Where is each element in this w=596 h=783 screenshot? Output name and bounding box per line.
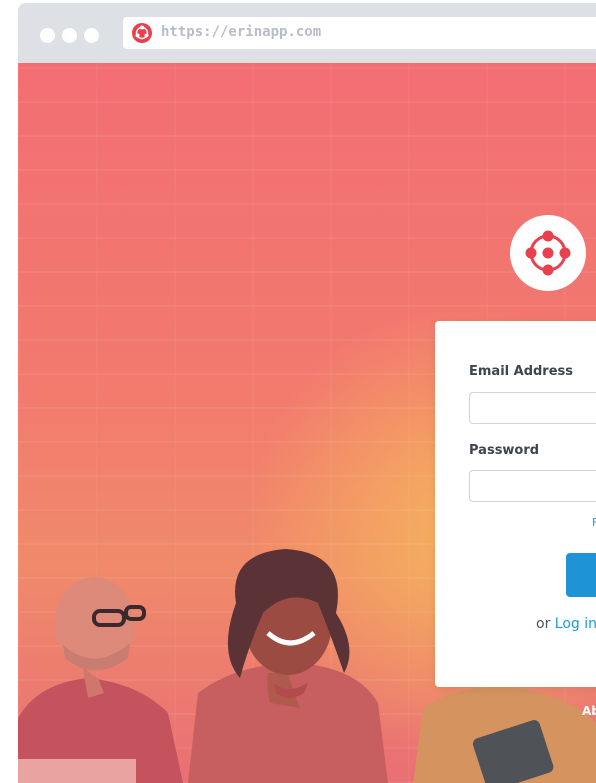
password-label: Password: [469, 443, 540, 458]
log-in-link[interactable]: Log in: [555, 616, 596, 632]
submit-button[interactable]: [566, 553, 596, 597]
window-maximize-dot[interactable]: [84, 28, 99, 43]
email-field[interactable]: [469, 392, 596, 424]
page-viewport: Email Address Password F or Log in Ab: [18, 63, 596, 783]
forgot-password-link[interactable]: F: [592, 516, 596, 529]
laptop-icon: [18, 759, 136, 783]
address-bar[interactable]: https://erinapp.com: [123, 17, 596, 49]
window-minimize-dot[interactable]: [62, 28, 77, 43]
erin-logo-icon: [525, 230, 571, 276]
login-card: Email Address Password F or Log in: [435, 321, 596, 687]
password-field[interactable]: [469, 470, 596, 502]
erin-favicon-icon: [132, 23, 152, 43]
about-link[interactable]: Ab: [582, 704, 596, 718]
erin-logo: [510, 215, 586, 291]
alt-prefix-text: or: [536, 616, 551, 632]
alternate-login-text: or Log in: [536, 616, 596, 632]
browser-window: https://erinapp.com Email Address Passwo…: [18, 3, 596, 783]
window-close-dot[interactable]: [40, 28, 55, 43]
email-label: Email Address: [469, 364, 574, 379]
browser-toolbar: https://erinapp.com: [18, 3, 596, 63]
url-text[interactable]: https://erinapp.com: [161, 24, 321, 40]
